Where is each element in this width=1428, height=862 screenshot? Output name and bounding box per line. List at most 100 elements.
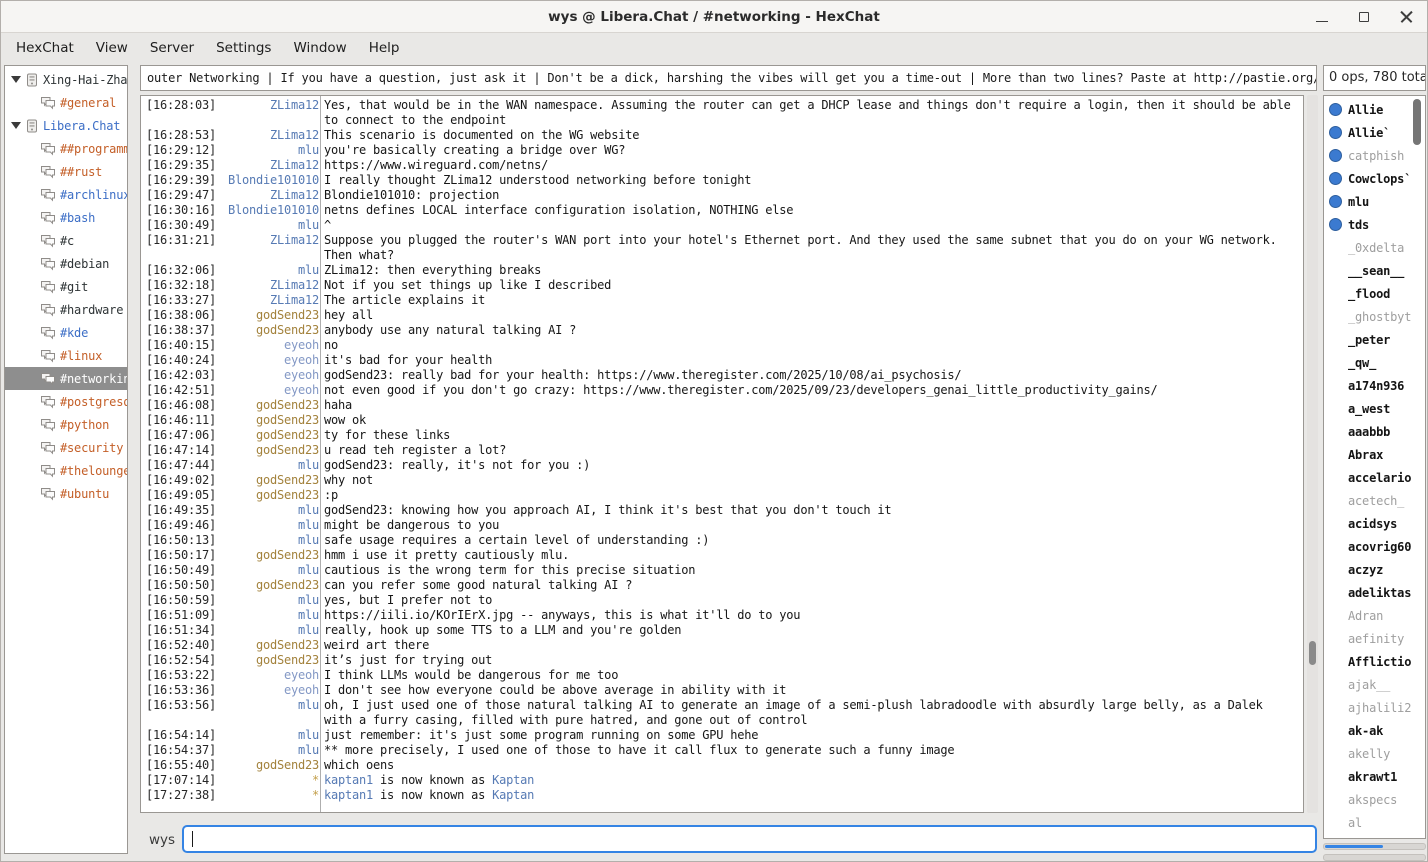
message-timestamp: [17:27:38]	[146, 788, 218, 803]
message-timestamp: [16:40:24]	[146, 353, 218, 368]
user-item-abrax[interactable]: Abrax	[1324, 443, 1425, 466]
user-item-acetech[interactable]: acetech_	[1324, 489, 1425, 512]
user-item-acidsys[interactable]: acidsys	[1324, 512, 1425, 535]
user-item-peter[interactable]: _peter	[1324, 328, 1425, 351]
tree-item-c[interactable]: #c	[5, 229, 127, 252]
minimize-button[interactable]	[1309, 4, 1335, 30]
message-nick: godSend23	[223, 758, 319, 773]
voice-dot-icon	[1329, 126, 1342, 139]
topic-bar[interactable]: outer Networking | If you have a questio…	[140, 65, 1317, 91]
user-item-ajhalili2[interactable]: ajhalili2	[1324, 696, 1425, 719]
message-nick: mlu	[223, 143, 319, 158]
chat-scrollbar[interactable]	[1307, 95, 1318, 813]
tree-item-git[interactable]: #git	[5, 275, 127, 298]
channel-icon	[40, 211, 56, 225]
message-text: godSend23: really bad for your health: h…	[324, 368, 1303, 383]
user-item-ak-ak[interactable]: ak-ak	[1324, 719, 1425, 742]
chat-scrollbar-thumb[interactable]	[1309, 641, 1316, 665]
message-nick: mlu	[223, 458, 319, 473]
tree-item-ubuntu[interactable]: #ubuntu	[5, 482, 127, 505]
channel-icon	[40, 349, 56, 363]
message-text: haha	[324, 398, 1303, 413]
user-item-adran[interactable]: Adran	[1324, 604, 1425, 627]
user-item-flood[interactable]: _flood	[1324, 282, 1425, 305]
tree-item-kde[interactable]: #kde	[5, 321, 127, 344]
expander-icon[interactable]	[11, 76, 21, 83]
channel-icon	[40, 464, 56, 478]
user-item-mlu[interactable]: mlu	[1324, 190, 1425, 213]
user-item-aefinity[interactable]: aefinity	[1324, 627, 1425, 650]
tree-item-hardware[interactable]: #hardware	[5, 298, 127, 321]
message-timestamp: [16:42:51]	[146, 383, 218, 398]
user-item-tds[interactable]: tds	[1324, 213, 1425, 236]
user-item-acovrig60[interactable]: acovrig60	[1324, 535, 1425, 558]
user-item-afflictio[interactable]: Afflictio	[1324, 650, 1425, 673]
tree-item-debian[interactable]: #debian	[5, 252, 127, 275]
user-item-ajak[interactable]: ajak__	[1324, 673, 1425, 696]
user-name: catphish	[1348, 149, 1404, 163]
tree-item-python[interactable]: #python	[5, 413, 127, 436]
user-item-cowclops[interactable]: Cowclops`	[1324, 167, 1425, 190]
user-item-0xdelta[interactable]: _0xdelta	[1324, 236, 1425, 259]
nick-separator	[320, 96, 321, 812]
tree-item-rust[interactable]: ##rust	[5, 160, 127, 183]
message-timestamp: [16:28:03]	[146, 98, 218, 128]
message-timestamp: [16:50:49]	[146, 563, 218, 578]
bottom-hscrollbar[interactable]	[1323, 854, 1426, 861]
menu-item-settings[interactable]: Settings	[205, 33, 282, 63]
menu-item-window[interactable]: Window	[282, 33, 357, 63]
user-item-aaabbb[interactable]: aaabbb	[1324, 420, 1425, 443]
message-text: it’s just for trying out	[324, 653, 1303, 668]
message-timestamp: [16:50:17]	[146, 548, 218, 563]
user-item-ghostbyt[interactable]: _ghostbyt	[1324, 305, 1425, 328]
user-item-a174n936[interactable]: a174n936	[1324, 374, 1425, 397]
user-item-allie[interactable]: Allie	[1324, 98, 1425, 121]
user-list-hscrollbar-thumb[interactable]	[1325, 845, 1383, 848]
tree-item-label: #bash	[60, 211, 95, 225]
user-name: akelly	[1348, 747, 1390, 761]
message-timestamp: [16:47:14]	[146, 443, 218, 458]
tree-item-programming[interactable]: ##programming	[5, 137, 127, 160]
user-item-accelario[interactable]: accelario	[1324, 466, 1425, 489]
user-item-qw[interactable]: _qw_	[1324, 351, 1425, 374]
message-nick: godSend23	[223, 473, 319, 488]
tree-item-xing-hai-zhan[interactable]: Xing-Hai-Zhan	[5, 68, 127, 91]
user-item-akspecs[interactable]: akspecs	[1324, 788, 1425, 811]
user-item-adeliktas[interactable]: adeliktas	[1324, 581, 1425, 604]
user-item-allie[interactable]: Allie`	[1324, 121, 1425, 144]
tree-item-bash[interactable]: #bash	[5, 206, 127, 229]
user-item-akelly[interactable]: akelly	[1324, 742, 1425, 765]
user-item-a-west[interactable]: a_west	[1324, 397, 1425, 420]
user-list-hscrollbar[interactable]	[1323, 843, 1426, 850]
message-input[interactable]	[182, 825, 1317, 853]
menu-item-help[interactable]: Help	[358, 33, 411, 63]
menu-item-view[interactable]: View	[85, 33, 139, 63]
tree-item-linux[interactable]: #linux	[5, 344, 127, 367]
close-button[interactable]	[1393, 4, 1419, 30]
user-item-akrawt1[interactable]: akrawt1	[1324, 765, 1425, 788]
user-item-sean[interactable]: __sean__	[1324, 259, 1425, 282]
expander-icon[interactable]	[11, 122, 21, 129]
menu-item-hexchat[interactable]: HexChat	[5, 33, 85, 63]
message-text: ZLima12: then everything breaks	[324, 263, 1303, 278]
message-nick: godSend23	[223, 413, 319, 428]
tree-item-thelounge[interactable]: #thelounge	[5, 459, 127, 482]
tree-item-networking[interactable]: #networking	[5, 367, 127, 390]
tree-item-general[interactable]: #general	[5, 91, 127, 114]
channel-icon	[40, 441, 56, 455]
maximize-button[interactable]	[1351, 4, 1377, 30]
user-list-scrollbar-thumb[interactable]	[1413, 99, 1421, 145]
message-text: yes, but I prefer not to	[324, 593, 1303, 608]
message-nick: mlu	[223, 563, 319, 578]
menu-item-server[interactable]: Server	[139, 33, 205, 63]
user-item-catphish[interactable]: catphish	[1324, 144, 1425, 167]
user-count: 0 ops, 780 total	[1323, 65, 1426, 91]
user-name: Allie	[1348, 103, 1383, 117]
tree-item-security[interactable]: #security	[5, 436, 127, 459]
tree-item-archlinux[interactable]: #archlinux	[5, 183, 127, 206]
tree-item-postgresql[interactable]: #postgresql	[5, 390, 127, 413]
tree-item-libera-chat[interactable]: Libera.Chat	[5, 114, 127, 137]
user-item-al[interactable]: al	[1324, 811, 1425, 834]
message-segment: is now known as	[373, 773, 492, 787]
user-item-aczyz[interactable]: aczyz	[1324, 558, 1425, 581]
